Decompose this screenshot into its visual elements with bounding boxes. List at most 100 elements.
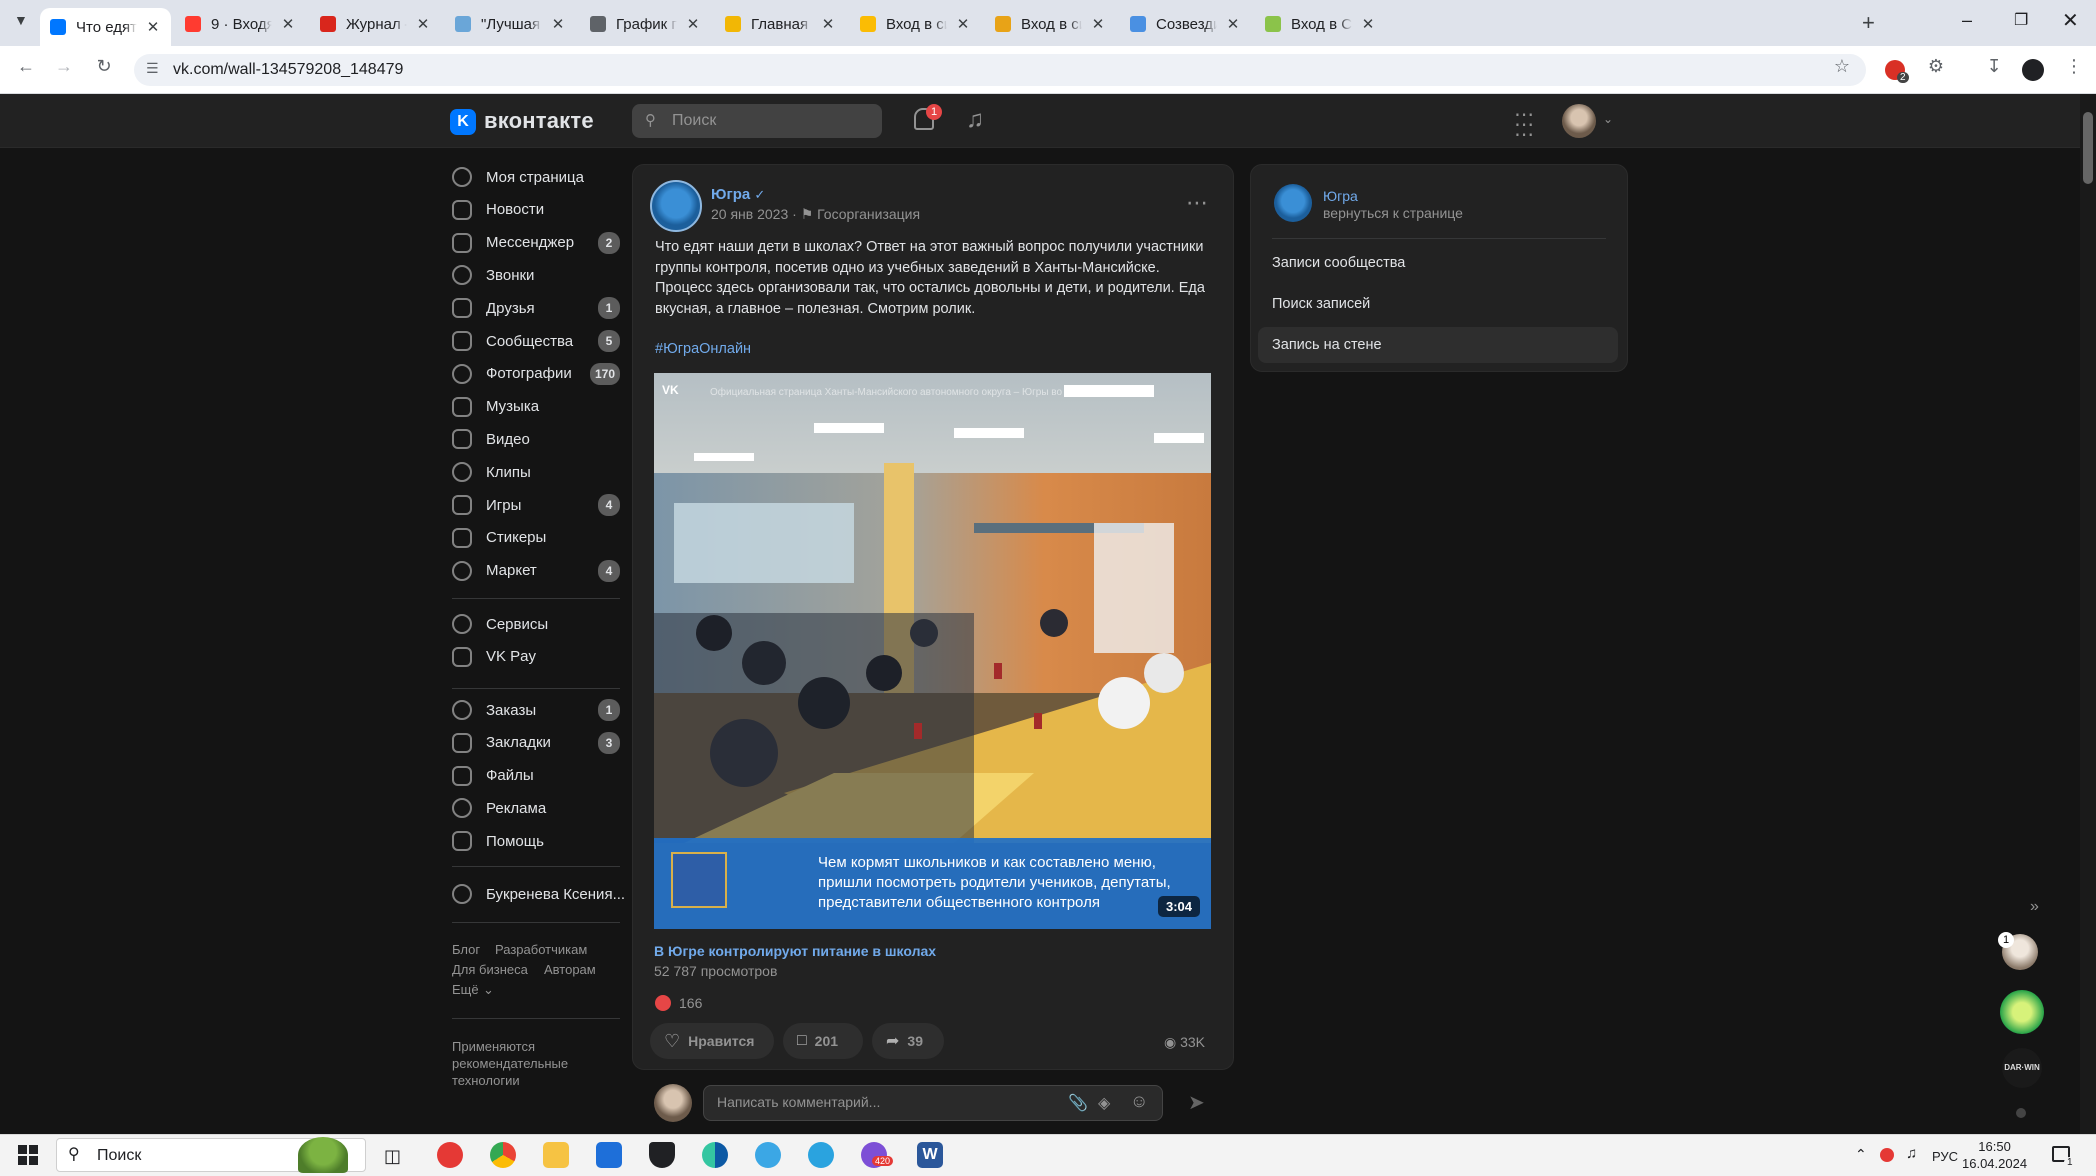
- mail-taskbar-icon[interactable]: [596, 1142, 622, 1168]
- collapse-chevron-icon[interactable]: »: [2030, 898, 2039, 916]
- post-author[interactable]: Югра ✓: [711, 186, 765, 203]
- taskbar-app-red-icon[interactable]: [437, 1142, 463, 1168]
- post-hashtag[interactable]: #ЮграОнлайн: [655, 341, 751, 357]
- sidebar-item[interactable]: Сервисы: [452, 611, 620, 637]
- sidebar-item[interactable]: Файлы: [452, 763, 620, 789]
- community-avatar[interactable]: [650, 180, 702, 232]
- recommendation-note[interactable]: Применяются рекомендательные технологии: [452, 1038, 592, 1089]
- sidebar-item[interactable]: Звонки: [452, 262, 620, 288]
- language-indicator[interactable]: РУС: [1932, 1149, 1958, 1164]
- video-player[interactable]: [654, 373, 1211, 929]
- sidebar-item[interactable]: Маркет 4: [452, 558, 620, 584]
- chrome-taskbar-icon[interactable]: [490, 1142, 516, 1168]
- tab-close-icon[interactable]: ✕: [145, 18, 161, 36]
- sidebar-item[interactable]: Фотографии 170: [452, 361, 620, 387]
- tab-close-icon[interactable]: ✕: [685, 15, 701, 33]
- browser-tab[interactable]: Вход в систему " ✕: [985, 8, 1116, 40]
- panel-community-name[interactable]: Югра: [1323, 188, 1358, 204]
- sidebar-item[interactable]: Реклама: [452, 795, 620, 821]
- browser-tab[interactable]: Вход в Систему - ✕: [1255, 8, 1386, 40]
- tab-close-icon[interactable]: ✕: [1360, 15, 1376, 33]
- file-explorer-icon[interactable]: [543, 1142, 569, 1168]
- chrome-menu-icon[interactable]: ⋮: [2060, 56, 2088, 77]
- tab-close-icon[interactable]: ✕: [415, 15, 431, 33]
- share-button[interactable]: ➦ 39: [872, 1023, 944, 1059]
- attach-paperclip-icon[interactable]: 📎: [1068, 1093, 1088, 1113]
- word-taskbar-icon[interactable]: W: [917, 1142, 943, 1168]
- sidebar-item[interactable]: Друзья 1: [452, 295, 620, 321]
- post-more-icon[interactable]: ⋯: [1186, 190, 1208, 216]
- extensions-puzzle-icon[interactable]: ⚙: [1922, 56, 1950, 77]
- shield-taskbar-icon[interactable]: [649, 1142, 675, 1168]
- tab-close-icon[interactable]: ✕: [550, 15, 566, 33]
- chat-avatar-3[interactable]: DAR·WIN: [2002, 1048, 2042, 1088]
- tab-close-icon[interactable]: ✕: [1225, 15, 1241, 33]
- panel-item-search-posts[interactable]: Поиск записей: [1258, 286, 1618, 322]
- tab-search-button[interactable]: ▼: [14, 12, 28, 28]
- post-date[interactable]: 20 янв 2023: [711, 206, 788, 222]
- browser-tab[interactable]: Журнал — 10А — ✕: [310, 8, 441, 40]
- windows-start-icon[interactable]: [18, 1145, 38, 1165]
- sidebar-item[interactable]: Заказы 1: [452, 697, 620, 723]
- restore-button[interactable]: ❐: [2014, 10, 2028, 30]
- browser-tab[interactable]: Главная - Нацио ✕: [715, 8, 846, 40]
- sidebar-item[interactable]: Новости: [452, 197, 620, 223]
- close-window-button[interactable]: ✕: [2062, 8, 2079, 33]
- tray-chevron-up-icon[interactable]: ⌃: [1855, 1146, 1867, 1163]
- browser-tab[interactable]: График проведе ✕: [580, 8, 711, 40]
- apps-grid-icon[interactable]: ⋯ ⋯ ⋯: [1514, 105, 1535, 145]
- browser-tab[interactable]: Что едят наши де ✕: [40, 8, 171, 46]
- browser-tab[interactable]: 9 · Входящие — Я ✕: [175, 8, 306, 40]
- sidebar-item[interactable]: Сообщества 5: [452, 328, 620, 354]
- sidebar-item[interactable]: Клипы: [452, 459, 620, 485]
- sidebar-item[interactable]: Мессенджер 2: [452, 230, 620, 256]
- footer-link-developers[interactable]: Разработчикам: [495, 942, 587, 957]
- vk-logo-icon[interactable]: K: [450, 109, 476, 135]
- panel-community-avatar[interactable]: [1274, 184, 1312, 222]
- comment-button[interactable]: □ 201: [783, 1023, 863, 1059]
- tab-close-icon[interactable]: ✕: [1090, 15, 1106, 33]
- tab-close-icon[interactable]: ✕: [280, 15, 296, 33]
- back-arrow-icon[interactable]: ←: [12, 56, 40, 77]
- download-icon[interactable]: ↧: [1980, 56, 2008, 77]
- minimize-button[interactable]: –: [1962, 10, 1972, 31]
- volume-icon[interactable]: ♫: [1906, 1145, 1917, 1162]
- chat-avatar-2[interactable]: [2000, 990, 2044, 1034]
- bookmark-star-icon[interactable]: ☆: [1828, 56, 1856, 77]
- tab-close-icon[interactable]: ✕: [955, 15, 971, 33]
- user-avatar[interactable]: [1562, 104, 1596, 138]
- sidebar-item[interactable]: Стикеры: [452, 525, 620, 551]
- taskbar-clock[interactable]: 16:50 16.04.2024: [1962, 1138, 2027, 1172]
- footer-link-blog[interactable]: Блог: [452, 942, 480, 957]
- tray-antivirus-icon[interactable]: [1880, 1148, 1894, 1162]
- like-button[interactable]: ♡ Нравится: [650, 1023, 774, 1059]
- footer-link-authors[interactable]: Авторам: [544, 962, 596, 977]
- footer-link-business[interactable]: Для бизнеса: [452, 962, 528, 977]
- site-info-icon[interactable]: ☰: [146, 60, 159, 77]
- profile-icon[interactable]: [2022, 59, 2044, 81]
- page-scrollbar[interactable]: [2080, 94, 2096, 1134]
- sidebar-item[interactable]: Игры 4: [452, 492, 620, 518]
- browser-tab[interactable]: "Лучшая школьн ✕: [445, 8, 576, 40]
- scrollbar-thumb[interactable]: [2083, 112, 2093, 184]
- sidebar-item[interactable]: Закладки 3: [452, 730, 620, 756]
- telegram-taskbar-icon[interactable]: [808, 1142, 834, 1168]
- send-icon[interactable]: ➤: [1188, 1090, 1205, 1115]
- post-author-name[interactable]: Югра: [711, 186, 750, 203]
- reactions-count[interactable]: 166: [679, 995, 702, 1011]
- sidebar-item[interactable]: Помощь: [452, 828, 620, 854]
- video-title-link[interactable]: В Югре контролируют питание в школах: [654, 943, 936, 959]
- sidebar-item[interactable]: VK Pay: [452, 644, 620, 670]
- browser-tab[interactable]: Вход в систему " ✕: [850, 8, 981, 40]
- vk-logo-text[interactable]: вконтакте: [484, 108, 594, 134]
- tab-close-icon[interactable]: ✕: [820, 15, 836, 33]
- panel-back-link[interactable]: вернуться к странице: [1323, 205, 1463, 221]
- forward-arrow-icon[interactable]: →: [50, 56, 78, 77]
- url-text[interactable]: vk.com/wall-134579208_148479: [173, 61, 403, 79]
- music-note-icon[interactable]: ♫: [966, 106, 984, 134]
- panel-item-wall-post[interactable]: Запись на стене: [1258, 327, 1618, 363]
- camera-icon[interactable]: ◈: [1098, 1093, 1110, 1113]
- panel-item-community-posts[interactable]: Записи сообщества: [1258, 245, 1618, 281]
- browser-tab[interactable]: Созвездие Флаг ✕: [1120, 8, 1251, 40]
- edge-taskbar-icon[interactable]: [702, 1142, 728, 1168]
